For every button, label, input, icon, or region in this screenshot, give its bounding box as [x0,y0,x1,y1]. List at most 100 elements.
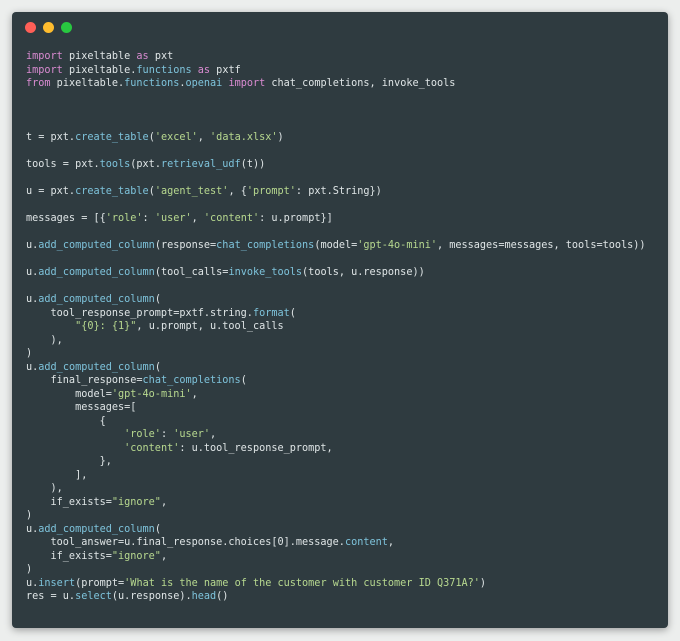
code-line: tools = pxt.tools(pxt.retrieval_udf(t)) [26,158,646,172]
zoom-dot-icon[interactable] [61,22,72,33]
code-token: invoke_tools [228,267,303,278]
code-token: tools = pxt. [26,159,100,170]
code-token: ) [26,510,33,521]
code-line: u.add_computed_column(response=chat_comp… [26,239,646,253]
code-line: from pixeltable.functions.openai import … [26,77,646,91]
code-token: 'content' [124,442,180,454]
code-token: functions [136,64,192,76]
code-token: messages = [{ [26,213,106,224]
code-token: 'content' [203,213,260,224]
code-token: (prompt= [75,577,125,589]
code-token: u. [26,523,39,535]
code-line: u.add_computed_column( [26,523,646,537]
code-line: ), [26,334,646,348]
code-line: messages = [{'role': 'user', 'content': … [26,212,646,226]
code-token: , messages=messages, tools=tools)) [436,240,646,251]
code-token: final_response= [26,375,143,386]
code-line: u.add_computed_column( [26,293,646,307]
code-line: u = pxt.create_table('agent_test', {'pro… [26,185,646,199]
code-line: ), [26,482,646,496]
code-line: res = u.select(u.response).head() [26,590,646,604]
code-token: (response= [154,240,217,251]
code-token: ), [26,483,63,494]
code-token: chat_completions [216,240,315,251]
code-token: ], [26,469,88,481]
code-token: ( [289,307,296,319]
code-token: add_computed_column [38,361,155,373]
code-token: head [191,591,217,602]
minimize-dot-icon[interactable] [43,22,54,33]
code-token: { [26,415,106,427]
code-line: u.insert(prompt='What is the name of the… [26,577,646,591]
code-token: res = u. [26,591,76,602]
code-token: 'What is the name of the customer with c… [124,577,480,589]
code-token: select [75,591,112,602]
code-token: 'gpt-4o-mini' [357,240,437,251]
code-line: messages=[ [26,401,646,415]
code-token: add_computed_column [38,267,155,278]
code-token: 'role' [124,429,161,440]
code-line: }, [26,455,646,469]
code-token: "{0}: {1}" [75,321,137,332]
code-token: 'prompt' [246,186,296,197]
code-token: , [191,213,204,224]
code-token: u. [26,294,39,305]
code-line: t = pxt.create_table('excel', 'data.xlsx… [26,131,646,145]
code-token: create_table [75,132,149,143]
code-token: , [191,388,198,400]
code-token: add_computed_column [38,523,155,535]
code-token: ) [26,564,33,575]
code-token: ( [240,375,247,386]
code-token: insert [38,577,76,589]
code-token: create_table [75,186,149,197]
code-token: () [216,591,229,602]
code-token: , [210,429,217,440]
code-line: if_exists="ignore", [26,496,646,510]
code-token: ) [479,577,487,589]
code-token: : [142,213,155,224]
code-token: (pxt. [130,159,161,170]
code-token: ( [154,294,161,305]
code-token: (model= [314,240,358,251]
code-line: u.add_computed_column( [26,361,646,375]
code-token: 'agent_test' [154,186,229,197]
code-token: ( [154,523,161,535]
code-line: 'content': u.tool_response_prompt, [26,442,646,456]
code-token: pxtf [210,64,241,76]
code-token: , u.prompt, u.tool_calls [136,321,284,332]
code-token: }, [26,456,112,467]
code-token: , [160,550,168,562]
code-token: ) [277,132,284,143]
code-token: pixeltable. [50,78,125,89]
code-token: chat_completions [142,375,241,386]
code-token: if_exists= [26,550,112,562]
code-token: 'user' [173,429,211,440]
code-token: u. [26,577,39,589]
close-dot-icon[interactable] [25,22,36,33]
code-token: import [228,78,266,89]
code-token: format [252,307,290,319]
code-token: (u.response). [111,591,192,602]
code-token: u = pxt. [26,186,76,197]
code-token: if_exists= [26,496,112,508]
code-token: ), [26,334,63,346]
code-line: 'role': 'user', [26,428,646,442]
code-token: : pxt.String}) [295,186,382,197]
code-block: import pixeltable as pxt import pixeltabl… [26,50,646,604]
code-token: u. [26,361,39,373]
code-token: 'gpt-4o-mini' [111,388,192,400]
code-line: ) [26,347,646,361]
window-controls [25,22,72,33]
code-token: , [387,537,395,548]
code-token: ) [26,348,33,359]
code-token: messages=[ [26,402,137,413]
code-token: openai [185,78,223,89]
